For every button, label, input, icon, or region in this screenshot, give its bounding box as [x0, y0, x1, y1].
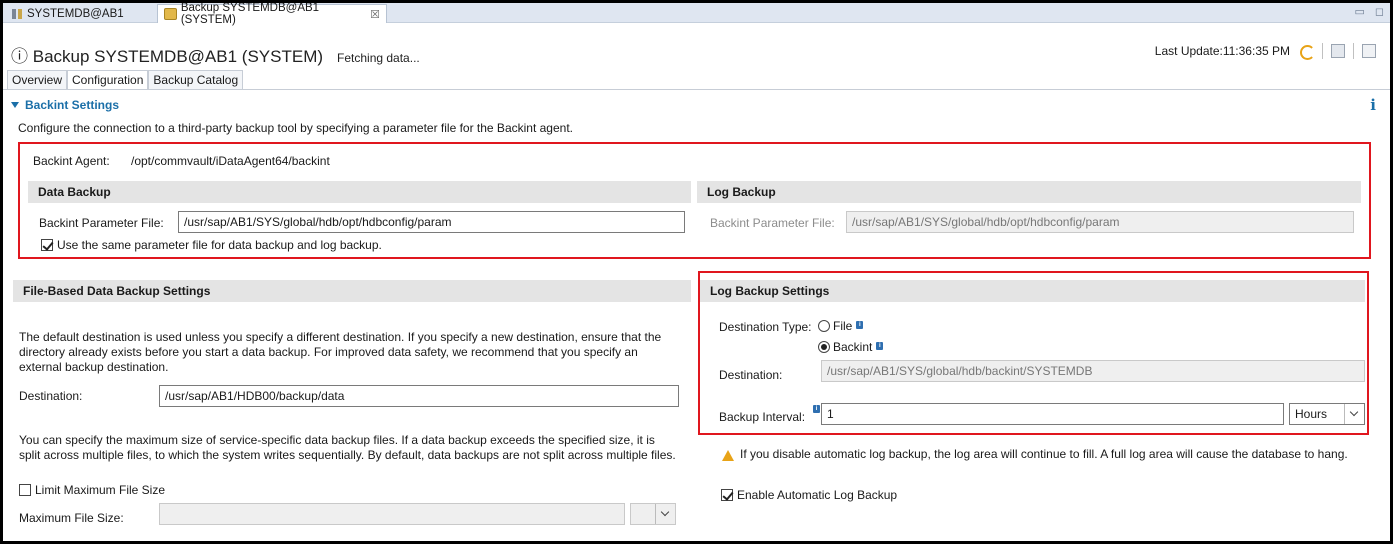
maximize-icon[interactable]: ◻: [1375, 5, 1384, 18]
interval-field[interactable]: 1: [821, 403, 1284, 425]
chevron-down-icon: [1344, 404, 1364, 424]
page-tabs: Overview Configuration Backup Catalog: [7, 70, 244, 89]
dest-type-file-option[interactable]: File i: [818, 319, 864, 333]
limit-size-label: Limit Maximum File Size: [35, 483, 166, 497]
close-tab-icon[interactable]: ☒: [370, 8, 380, 21]
backint-agent-label: Backint Agent:: [33, 154, 110, 168]
file-size-text: You can specify the maximum size of serv…: [19, 433, 676, 462]
limit-size-option[interactable]: Limit Maximum File Size: [19, 483, 165, 497]
data-param-field[interactable]: /usr/sap/AB1/SYS/global/hdb/opt/hdbconfi…: [178, 211, 685, 233]
dest-type-label: Destination Type:: [719, 320, 812, 334]
info-icon[interactable]: i: [1370, 96, 1376, 114]
data-param-label: Backint Parameter File:: [39, 216, 164, 230]
enable-auto-log-label: Enable Automatic Log Backup: [737, 488, 898, 502]
info-icon[interactable]: i: [876, 342, 884, 350]
editor-header: ⓘ Backup SYSTEMDB@AB1 (SYSTEM) Fetching …: [3, 25, 1390, 71]
status-text: Fetching data...: [337, 51, 420, 65]
title-row: ⓘ Backup SYSTEMDB@AB1 (SYSTEM) Fetching …: [11, 42, 420, 67]
tab-systemdb-label: SYSTEMDB@AB1: [27, 7, 124, 20]
last-update-text: Last Update:11:36:35 PM: [1154, 44, 1290, 58]
log-destination-field: /usr/sap/AB1/SYS/global/hdb/backint/SYST…: [821, 360, 1365, 382]
log-warning-text: If you disable automatic log backup, the…: [740, 447, 1348, 461]
warning-icon: [722, 450, 734, 461]
file-destination-label: Destination:: [19, 389, 83, 403]
refresh-icon[interactable]: [1298, 43, 1315, 60]
enable-auto-log-checkbox[interactable]: [721, 489, 733, 501]
same-file-checkbox[interactable]: [41, 239, 53, 251]
tab-divider: [3, 89, 1390, 90]
tab-backup-catalog[interactable]: Backup Catalog: [148, 70, 244, 89]
log-param-label: Backint Parameter File:: [710, 216, 835, 230]
app-window: SYSTEMDB@AB1 Backup SYSTEMDB@AB1 (SYSTEM…: [3, 3, 1390, 541]
editor-tab-bar: SYSTEMDB@AB1 Backup SYSTEMDB@AB1 (SYSTEM…: [3, 3, 1390, 26]
interval-label: Backup Interval:: [719, 410, 806, 424]
same-file-label: Use the same parameter file for data bac…: [57, 238, 382, 252]
collapse-triangle-icon: [11, 102, 19, 108]
backint-heading: Backint Settings: [25, 98, 120, 112]
radio-backint[interactable]: [818, 341, 830, 353]
backint-section-toggle[interactable]: Backint Settings: [11, 98, 119, 112]
backint-description: Configure the connection to a third-part…: [18, 121, 573, 135]
backup-icon: [164, 8, 177, 20]
info-circle-icon: ⓘ: [11, 47, 33, 66]
window-controls: ▭ ◻: [1354, 5, 1384, 18]
minimize-icon[interactable]: ▭: [1354, 5, 1364, 18]
dest-type-backint-option[interactable]: Backint i: [818, 340, 884, 354]
export-icon[interactable]: [1362, 44, 1376, 58]
info-icon[interactable]: i: [856, 321, 864, 329]
page-title: ⓘ Backup SYSTEMDB@AB1 (SYSTEM): [11, 42, 323, 67]
tab-overview[interactable]: Overview: [7, 70, 68, 89]
info-icon[interactable]: i: [813, 405, 820, 413]
file-based-intro: The default destination is used unless y…: [19, 330, 662, 374]
interval-unit-select[interactable]: Hours: [1289, 403, 1365, 425]
tab-configuration[interactable]: Configuration: [67, 70, 149, 89]
same-file-option[interactable]: Use the same parameter file for data bac…: [41, 238, 382, 252]
log-settings-heading: Log Backup Settings: [700, 280, 1365, 302]
header-toolbar: Last Update:11:36:35 PM: [1154, 43, 1376, 60]
backint-agent-value: /opt/commvault/iDataAgent64/backint: [131, 154, 330, 168]
database-icon: [11, 8, 23, 20]
max-size-unit-select: [630, 503, 676, 525]
file-based-heading: File-Based Data Backup Settings: [13, 280, 691, 302]
enable-auto-log-option[interactable]: Enable Automatic Log Backup: [721, 488, 897, 502]
interval-unit-value: Hours: [1295, 407, 1328, 421]
radio-file-label: File: [833, 319, 853, 333]
tab-systemdb[interactable]: SYSTEMDB@AB1: [5, 4, 157, 23]
max-size-label: Maximum File Size:: [19, 511, 124, 525]
toolbar-separator: [1322, 43, 1323, 59]
max-size-field: [159, 503, 625, 525]
tab-backup-label: Backup SYSTEMDB@AB1 (SYSTEM): [180, 3, 320, 26]
radio-file[interactable]: [818, 320, 830, 332]
log-warning: If you disable automatic log backup, the…: [722, 447, 1362, 462]
page-title-text: Backup SYSTEMDB@AB1 (SYSTEM): [32, 47, 324, 66]
file-destination-field[interactable]: /usr/sap/AB1/HDB00/backup/data: [159, 385, 679, 407]
save-icon[interactable]: [1331, 44, 1345, 58]
radio-backint-label: Backint: [833, 340, 873, 354]
toolbar-separator: [1353, 43, 1354, 59]
log-backup-heading: Log Backup: [697, 181, 1361, 203]
chevron-down-icon: [655, 504, 675, 524]
log-param-field: /usr/sap/AB1/SYS/global/hdb/opt/hdbconfi…: [846, 211, 1354, 233]
tab-backup[interactable]: Backup SYSTEMDB@AB1 (SYSTEM) ☒: [157, 3, 387, 26]
data-backup-heading: Data Backup: [28, 181, 691, 203]
limit-size-checkbox[interactable]: [19, 484, 31, 496]
log-destination-label: Destination:: [719, 368, 783, 382]
